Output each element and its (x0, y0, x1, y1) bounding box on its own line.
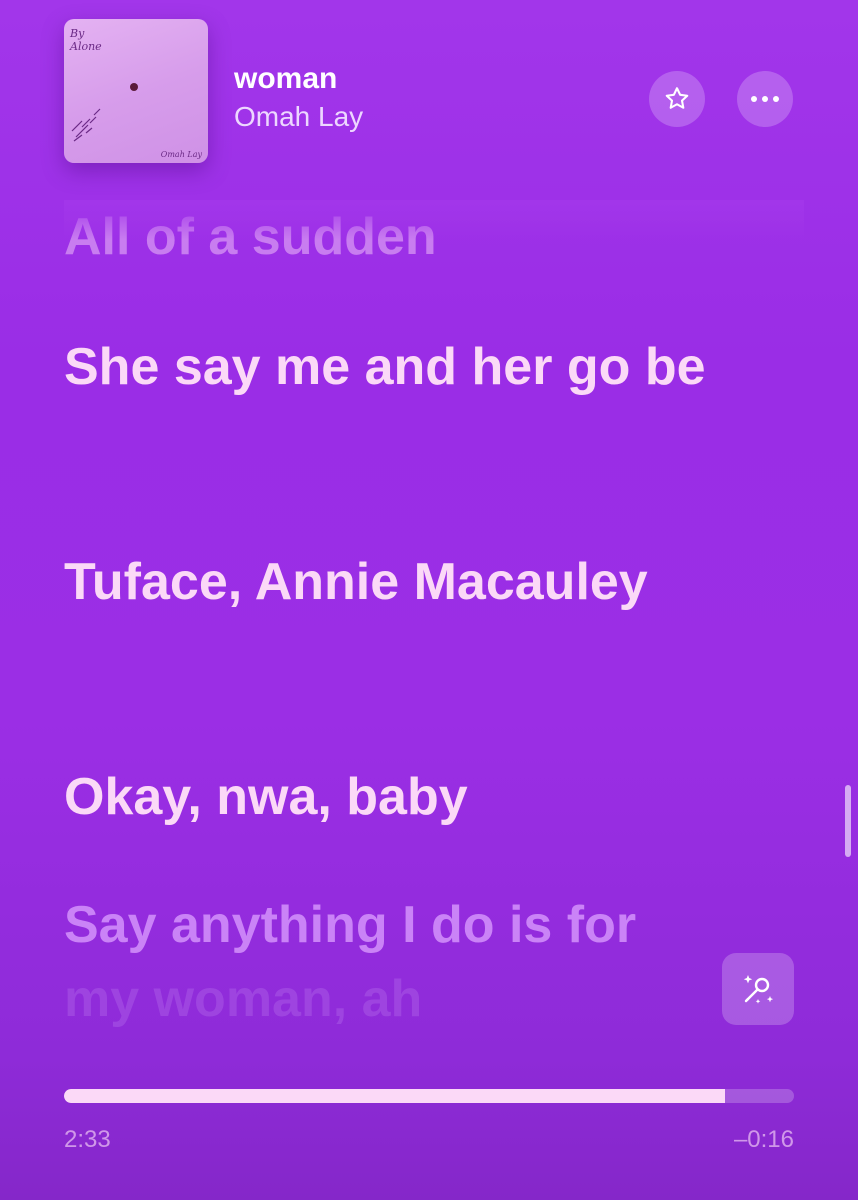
playback-progress-bar[interactable] (64, 1089, 794, 1103)
lyric-line-upcoming[interactable]: Say anything I do is for my woman, ah (64, 888, 804, 1036)
track-title: woman (234, 62, 338, 95)
playback-progress-fill (64, 1089, 725, 1103)
track-artist[interactable]: Omah Lay (234, 101, 363, 133)
lyric-line[interactable]: Tuface, Annie Macauley (64, 545, 804, 619)
sing-karaoke-button[interactable] (722, 953, 794, 1025)
remaining-time: –0:16 (733, 1126, 794, 1153)
lyric-line-upcoming-part1: Say anything I do is for (64, 896, 637, 954)
lyric-line[interactable]: She say me and her go be (64, 330, 804, 404)
lyric-line-previous[interactable]: All of a sudden (64, 200, 804, 274)
lyric-line[interactable]: Okay, nwa, baby (64, 760, 804, 834)
album-art-marks (71, 108, 101, 142)
album-art-artist-signature: Omah Lay (160, 150, 202, 159)
lyric-line-upcoming-part2: my woman, ah (64, 970, 423, 1028)
elapsed-time: 2:33 (64, 1126, 111, 1153)
album-artwork[interactable]: By Alone Omah Lay (64, 19, 208, 163)
favorite-button[interactable] (649, 71, 705, 127)
ellipsis-icon (751, 96, 779, 102)
scroll-indicator[interactable] (845, 785, 851, 857)
more-options-button[interactable] (737, 71, 793, 127)
star-icon (665, 87, 689, 109)
microphone-sparkle-icon (743, 975, 774, 1004)
